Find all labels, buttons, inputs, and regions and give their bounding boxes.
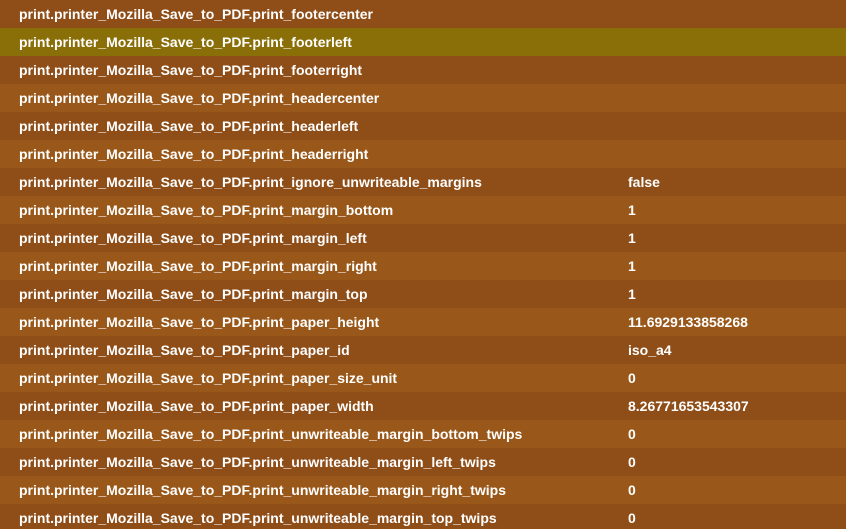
pref-value: 1 xyxy=(628,230,636,246)
pref-name: print.printer_Mozilla_Save_to_PDF.print_… xyxy=(19,174,482,190)
pref-value: 1 xyxy=(628,258,636,274)
pref-row[interactable]: print.printer_Mozilla_Save_to_PDF.print_… xyxy=(0,364,846,392)
pref-row[interactable]: print.printer_Mozilla_Save_to_PDF.print_… xyxy=(0,112,846,140)
pref-row[interactable]: print.printer_Mozilla_Save_to_PDF.print_… xyxy=(0,308,846,336)
pref-value: 0 xyxy=(628,510,636,526)
pref-name: print.printer_Mozilla_Save_to_PDF.print_… xyxy=(19,6,373,22)
pref-row[interactable]: print.printer_Mozilla_Save_to_PDF.print_… xyxy=(0,252,846,280)
pref-name: print.printer_Mozilla_Save_to_PDF.print_… xyxy=(19,286,368,302)
pref-name: print.printer_Mozilla_Save_to_PDF.print_… xyxy=(19,258,377,274)
pref-value: iso_a4 xyxy=(628,342,672,358)
pref-row[interactable]: print.printer_Mozilla_Save_to_PDF.print_… xyxy=(0,392,846,420)
pref-row[interactable]: print.printer_Mozilla_Save_to_PDF.print_… xyxy=(0,476,846,504)
pref-name: print.printer_Mozilla_Save_to_PDF.print_… xyxy=(19,398,374,414)
pref-row[interactable]: print.printer_Mozilla_Save_to_PDF.print_… xyxy=(0,224,846,252)
pref-row[interactable]: print.printer_Mozilla_Save_to_PDF.print_… xyxy=(0,504,846,529)
pref-value: 1 xyxy=(628,286,636,302)
pref-name: print.printer_Mozilla_Save_to_PDF.print_… xyxy=(19,482,506,498)
pref-row[interactable]: print.printer_Mozilla_Save_to_PDF.print_… xyxy=(0,56,846,84)
pref-value: 0 xyxy=(628,454,636,470)
pref-value: 0 xyxy=(628,370,636,386)
pref-value: 0 xyxy=(628,482,636,498)
pref-name: print.printer_Mozilla_Save_to_PDF.print_… xyxy=(19,426,523,442)
pref-name: print.printer_Mozilla_Save_to_PDF.print_… xyxy=(19,370,398,386)
pref-row[interactable]: print.printer_Mozilla_Save_to_PDF.print_… xyxy=(0,168,846,196)
pref-row[interactable]: print.printer_Mozilla_Save_to_PDF.print_… xyxy=(0,448,846,476)
pref-name: print.printer_Mozilla_Save_to_PDF.print_… xyxy=(19,230,367,246)
pref-value: 0 xyxy=(628,426,636,442)
pref-name: print.printer_Mozilla_Save_to_PDF.print_… xyxy=(19,342,350,358)
pref-name: print.printer_Mozilla_Save_to_PDF.print_… xyxy=(19,62,363,78)
pref-name: print.printer_Mozilla_Save_to_PDF.print_… xyxy=(19,90,380,106)
pref-name: print.printer_Mozilla_Save_to_PDF.print_… xyxy=(19,118,359,134)
pref-row[interactable]: print.printer_Mozilla_Save_to_PDF.print_… xyxy=(0,0,846,28)
pref-row[interactable]: print.printer_Mozilla_Save_to_PDF.print_… xyxy=(0,336,846,364)
pref-value: 11.6929133858268 xyxy=(628,314,748,330)
pref-row[interactable]: print.printer_Mozilla_Save_to_PDF.print_… xyxy=(0,140,846,168)
pref-row[interactable]: print.printer_Mozilla_Save_to_PDF.print_… xyxy=(0,84,846,112)
pref-row[interactable]: print.printer_Mozilla_Save_to_PDF.print_… xyxy=(0,420,846,448)
preferences-table: print.printer_Mozilla_Save_to_PDF.print_… xyxy=(0,0,846,529)
pref-name: print.printer_Mozilla_Save_to_PDF.print_… xyxy=(19,454,496,470)
pref-row[interactable]: print.printer_Mozilla_Save_to_PDF.print_… xyxy=(0,196,846,224)
pref-name: print.printer_Mozilla_Save_to_PDF.print_… xyxy=(19,314,380,330)
pref-name: print.printer_Mozilla_Save_to_PDF.print_… xyxy=(19,34,352,50)
pref-value: false xyxy=(628,174,660,190)
pref-row-selected[interactable]: print.printer_Mozilla_Save_to_PDF.print_… xyxy=(0,28,846,56)
pref-value: 1 xyxy=(628,202,636,218)
pref-value: 8.26771653543307 xyxy=(628,398,749,414)
pref-name: print.printer_Mozilla_Save_to_PDF.print_… xyxy=(19,202,394,218)
pref-row[interactable]: print.printer_Mozilla_Save_to_PDF.print_… xyxy=(0,280,846,308)
pref-name: print.printer_Mozilla_Save_to_PDF.print_… xyxy=(19,146,369,162)
pref-name: print.printer_Mozilla_Save_to_PDF.print_… xyxy=(19,510,497,526)
